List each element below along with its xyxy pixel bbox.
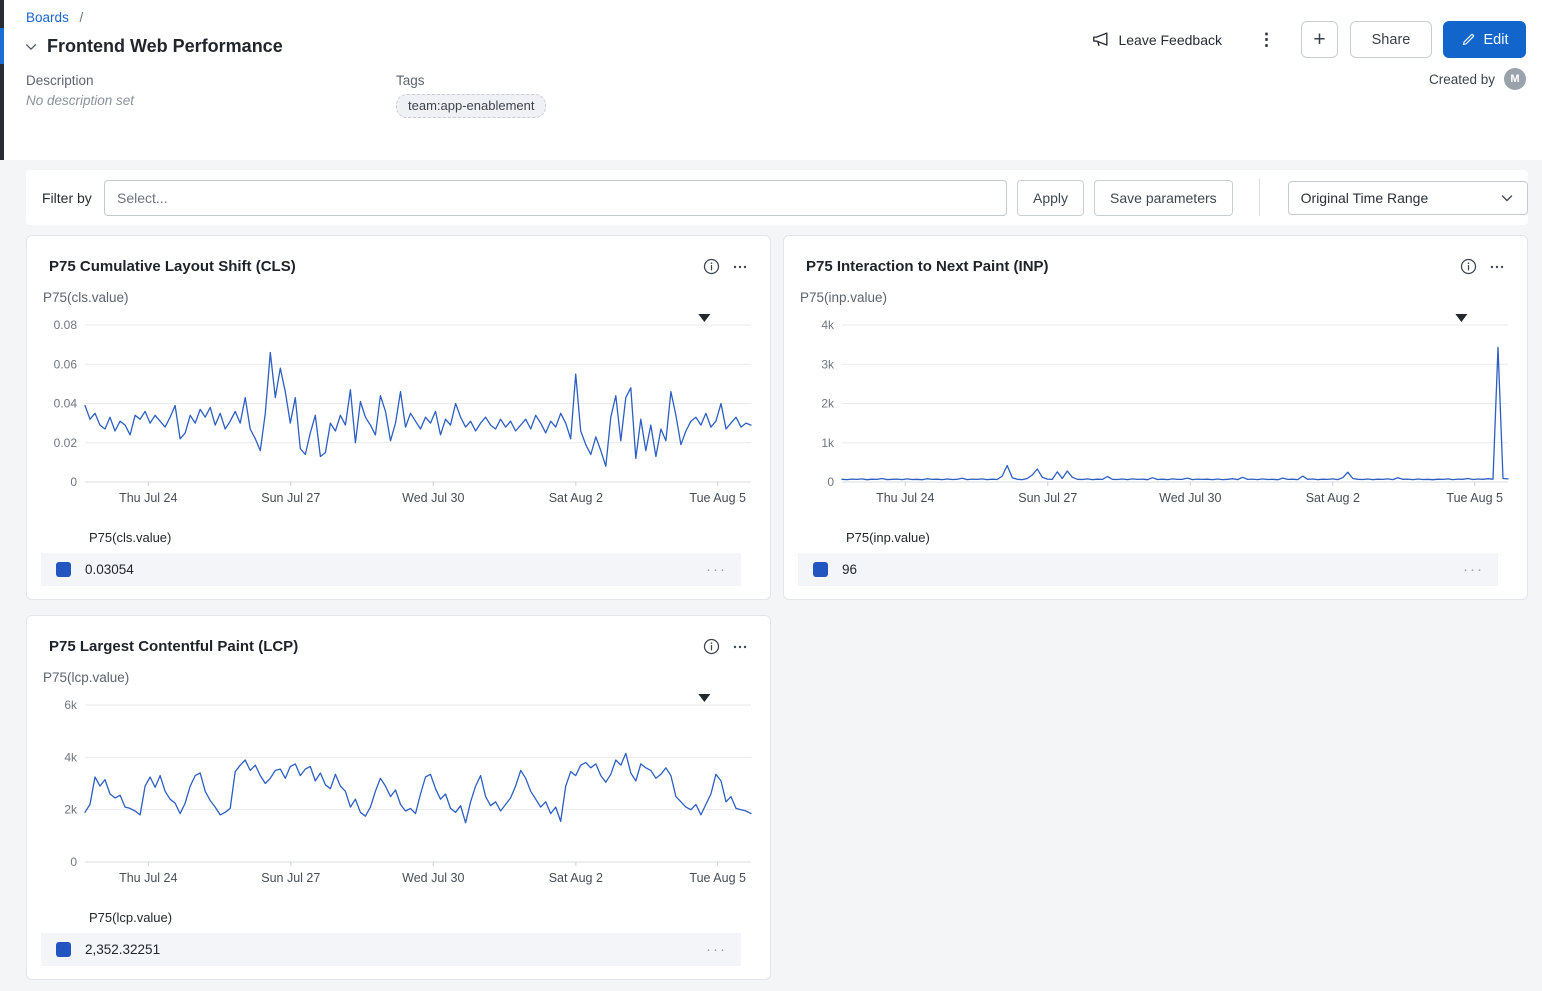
svg-text:Sun Jul 27: Sun Jul 27 [1018,491,1077,505]
breadcrumb-separator: / [80,10,84,25]
cls-legend-menu-dots-icon[interactable]: ··· [706,561,727,578]
lcp-legend-menu-dots-icon[interactable]: ··· [706,941,727,958]
inp-legend-row: 96 ··· [798,553,1498,586]
svg-text:6k: 6k [64,698,78,712]
svg-text:0.08: 0.08 [54,318,78,332]
svg-text:Thu Jul 24: Thu Jul 24 [876,491,934,505]
board-header: Boards / Frontend Web Performance Descri… [0,0,1542,160]
svg-text:0.06: 0.06 [54,357,78,371]
add-chart-button[interactable]: + [1301,21,1338,58]
svg-text:3k: 3k [821,357,835,371]
collapsed-sidebar-edge [0,0,4,160]
chevron-down-icon [1499,190,1515,206]
svg-text:Sat Aug 2: Sat Aug 2 [1306,491,1360,505]
tags-label: Tags [396,73,546,88]
cls-legend-value: 0.03054 [85,562,134,577]
svg-text:Thu Jul 24: Thu Jul 24 [119,871,177,885]
breadcrumb: Boards / [26,10,83,25]
svg-text:Sun Jul 27: Sun Jul 27 [261,491,320,505]
lcp-legend-value: 2,352.32251 [85,942,160,957]
filter-bar: Filter by Apply Save parameters Original… [26,170,1528,225]
cls-chart-card: P75 Cumulative Layout Shift (CLS) P75(cl… [26,235,771,600]
time-range-dropdown[interactable]: Original Time Range [1288,181,1528,215]
filter-by-label: Filter by [42,190,104,206]
inp-legend-menu-dots-icon[interactable]: ··· [1463,561,1484,578]
created-by-label: Created by [1429,72,1495,87]
inp-series-label: P75(inp.value) [800,290,887,305]
lcp-legend-row: 2,352.32251 ··· [41,933,741,966]
svg-text:1k: 1k [821,436,835,450]
description-value: No description set [26,93,134,108]
svg-text:2k: 2k [821,397,835,411]
apply-button[interactable]: Apply [1017,180,1084,216]
cls-legend-header: P75(cls.value) [89,530,171,545]
card-menu-dots-icon[interactable] [1489,259,1505,275]
lcp-legend-header: P75(lcp.value) [89,910,172,925]
svg-text:4k: 4k [821,318,835,332]
card-menu-dots-icon[interactable] [732,639,748,655]
annotation-marker-icon [698,694,710,702]
lcp-chart-title: P75 Largest Contentful Paint (LCP) [49,638,298,655]
svg-text:4k: 4k [64,750,78,764]
svg-text:2k: 2k [64,803,78,817]
megaphone-icon [1091,30,1110,49]
lcp-series-label: P75(lcp.value) [43,670,129,685]
cls-series-label: P75(cls.value) [43,290,129,305]
svg-text:Sun Jul 27: Sun Jul 27 [261,871,320,885]
inp-legend-header: P75(inp.value) [846,530,930,545]
svg-text:0.02: 0.02 [54,436,78,450]
time-range-label: Original Time Range [1301,190,1429,206]
inp-chart-title: P75 Interaction to Next Paint (INP) [806,258,1049,275]
svg-text:Wed Jul 30: Wed Jul 30 [402,871,464,885]
description-label: Description [26,73,134,88]
svg-text:0: 0 [70,855,77,869]
svg-text:Sat Aug 2: Sat Aug 2 [549,871,603,885]
more-options-kebab-icon[interactable]: ⋮ [1254,31,1279,48]
avatar: M [1504,68,1526,90]
svg-text:Tue Aug 5: Tue Aug 5 [689,491,746,505]
svg-text:Wed Jul 30: Wed Jul 30 [1159,491,1221,505]
svg-text:Sat Aug 2: Sat Aug 2 [549,491,603,505]
cls-chart-plot[interactable]: 0 0.02 0.04 0.06 0.08 Thu Jul 24 Sun Jul 27 Wed… [27,314,772,514]
inp-legend-swatch[interactable] [813,562,828,577]
svg-text:Wed Jul 30: Wed Jul 30 [402,491,464,505]
save-parameters-button[interactable]: Save parameters [1094,180,1233,216]
leave-feedback-label: Leave Feedback [1118,32,1222,48]
inp-chart-plot[interactable]: 0 1k 2k 3k 4k Thu Jul 24 Sun Jul 27 Wed Jul 30 S… [784,314,1529,514]
svg-text:0: 0 [827,475,834,489]
sidebar-active-indicator [0,28,4,64]
info-icon[interactable] [703,638,720,655]
cls-legend-row: 0.03054 ··· [41,553,741,586]
svg-text:Tue Aug 5: Tue Aug 5 [1446,491,1503,505]
edit-button-label: Edit [1484,32,1509,48]
lcp-legend-swatch[interactable] [56,942,71,957]
inp-legend-value: 96 [842,562,857,577]
info-icon[interactable] [1460,258,1477,275]
lcp-chart-plot[interactable]: 0 2k 4k 6k Thu Jul 24 Sun Jul 27 Wed Jul 30 Sat… [27,694,772,894]
lcp-chart-card: P75 Largest Contentful Paint (LCP) P75(l… [26,615,771,980]
svg-text:Thu Jul 24: Thu Jul 24 [119,491,177,505]
filter-bar-divider [1259,179,1260,216]
svg-text:0: 0 [70,475,77,489]
breadcrumb-boards-link[interactable]: Boards [26,10,69,25]
svg-text:Tue Aug 5: Tue Aug 5 [689,871,746,885]
collapse-chevron-icon[interactable] [24,40,38,54]
dashboard-page: Boards / Frontend Web Performance Descri… [0,0,1542,991]
cls-legend-swatch[interactable] [56,562,71,577]
filter-select-input[interactable] [104,180,1007,216]
inp-chart-card: P75 Interaction to Next Paint (INP) P75(… [783,235,1528,600]
cls-chart-title: P75 Cumulative Layout Shift (CLS) [49,258,296,275]
info-icon[interactable] [703,258,720,275]
leave-feedback-button[interactable]: Leave Feedback [1091,30,1222,49]
card-menu-dots-icon[interactable] [732,259,748,275]
annotation-marker-icon [1455,314,1467,322]
tag-pill: team:app-enablement [396,94,546,118]
page-title: Frontend Web Performance [47,36,283,57]
annotation-marker-icon [698,314,710,322]
svg-text:0.04: 0.04 [54,397,78,411]
edit-button[interactable]: Edit [1443,21,1526,58]
pencil-icon [1461,32,1476,47]
share-button[interactable]: Share [1350,21,1432,58]
